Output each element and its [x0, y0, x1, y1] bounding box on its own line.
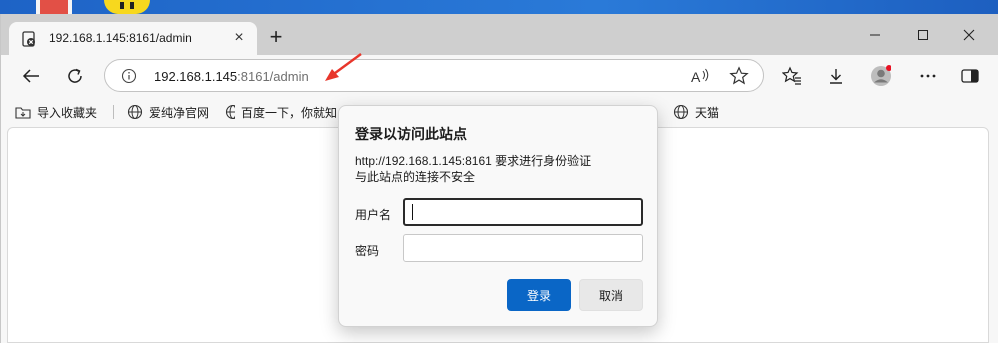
url-text[interactable]: 192.168.1.145:8161/admin — [154, 69, 309, 84]
username-input[interactable] — [403, 198, 643, 226]
close-window-button[interactable] — [959, 26, 979, 44]
refresh-icon — [68, 68, 82, 83]
minimize-button[interactable] — [865, 26, 885, 44]
url-host: 192.168.1.145 — [154, 69, 238, 84]
bookmark-label: 百度一下，你就知 — [240, 105, 337, 120]
bookmark-label: 天猫 — [695, 105, 720, 120]
read-aloud-icon[interactable]: A — [690, 67, 710, 85]
favorites-button[interactable] — [781, 65, 803, 87]
bookmark-label: 导入收藏夹 — [37, 105, 98, 120]
bookmark-import-favorites[interactable]: 导入收藏夹 — [15, 103, 97, 121]
arrow-left-icon — [22, 69, 39, 83]
sidebar-icon — [961, 69, 979, 83]
avatar-icon — [871, 65, 891, 86]
maximize-icon — [918, 30, 928, 40]
tab-title: 192.168.1.145:8161/admin — [49, 31, 192, 45]
maximize-button[interactable] — [913, 26, 933, 44]
more-options-button[interactable] — [917, 65, 939, 87]
password-input[interactable] — [403, 234, 643, 262]
address-bar[interactable]: 192.168.1.145:8161/admin A — [104, 59, 764, 92]
new-tab-button[interactable]: + — [265, 26, 287, 49]
password-label: 密码 — [355, 244, 380, 258]
desktop-app-icon[interactable] — [36, 0, 72, 14]
downloads-button[interactable] — [825, 65, 847, 87]
favorites-icon — [782, 66, 801, 85]
globe-icon — [673, 104, 689, 120]
back-button[interactable] — [20, 65, 42, 87]
profile-button[interactable] — [869, 65, 891, 87]
reload-button[interactable] — [64, 65, 86, 87]
bookmark-tmall[interactable]: 天猫 — [673, 103, 719, 121]
bookmark-baidu[interactable]: 百度一下，你就知 — [225, 103, 337, 121]
download-icon — [830, 69, 842, 84]
username-label: 用户名 — [355, 208, 392, 222]
add-favorite-star-icon[interactable] — [729, 66, 749, 86]
close-icon — [963, 29, 975, 41]
login-button[interactable]: 登录 — [507, 279, 571, 311]
ellipsis-icon — [920, 74, 936, 78]
info-icon[interactable] — [121, 68, 137, 84]
url-path: :8161/admin — [237, 69, 309, 84]
auth-dialog: 登录以访问此站点 http://192.168.1.145:8161 要求进行身… — [338, 105, 658, 327]
import-favorites-icon — [15, 107, 31, 119]
bookmark-label: 爱纯净官网 — [149, 105, 210, 120]
dialog-message: http://192.168.1.145:8161 要求进行身份验证 — [355, 154, 592, 168]
page-favicon-icon — [22, 31, 35, 47]
browser-tab[interactable]: 192.168.1.145:8161/admin × — [9, 22, 257, 55]
svg-text:A: A — [691, 69, 701, 85]
navigation-toolbar: 192.168.1.145:8161/admin A — [1, 55, 998, 97]
dialog-title: 登录以访问此站点 — [355, 126, 467, 142]
browser-window: 192.168.1.145:8161/admin × + 192.168.1.1… — [0, 14, 998, 343]
cancel-button[interactable]: 取消 — [579, 279, 643, 311]
dialog-security-warning: 与此站点的连接不安全 — [355, 170, 476, 184]
annotation-arrow-icon — [325, 53, 362, 81]
close-tab-icon[interactable]: × — [231, 30, 247, 46]
sidebar-button[interactable] — [959, 65, 981, 87]
minimize-icon — [870, 34, 880, 36]
globe-icon — [225, 104, 235, 120]
bookmark-aichunjing[interactable]: 爱纯净官网 — [127, 103, 209, 121]
text-caret — [412, 204, 413, 220]
title-bar: 192.168.1.145:8161/admin × + — [1, 14, 998, 55]
desktop-smiley-icon[interactable] — [104, 0, 150, 14]
globe-icon — [127, 104, 143, 120]
bookmark-separator — [113, 105, 114, 119]
desktop-background — [0, 0, 998, 14]
